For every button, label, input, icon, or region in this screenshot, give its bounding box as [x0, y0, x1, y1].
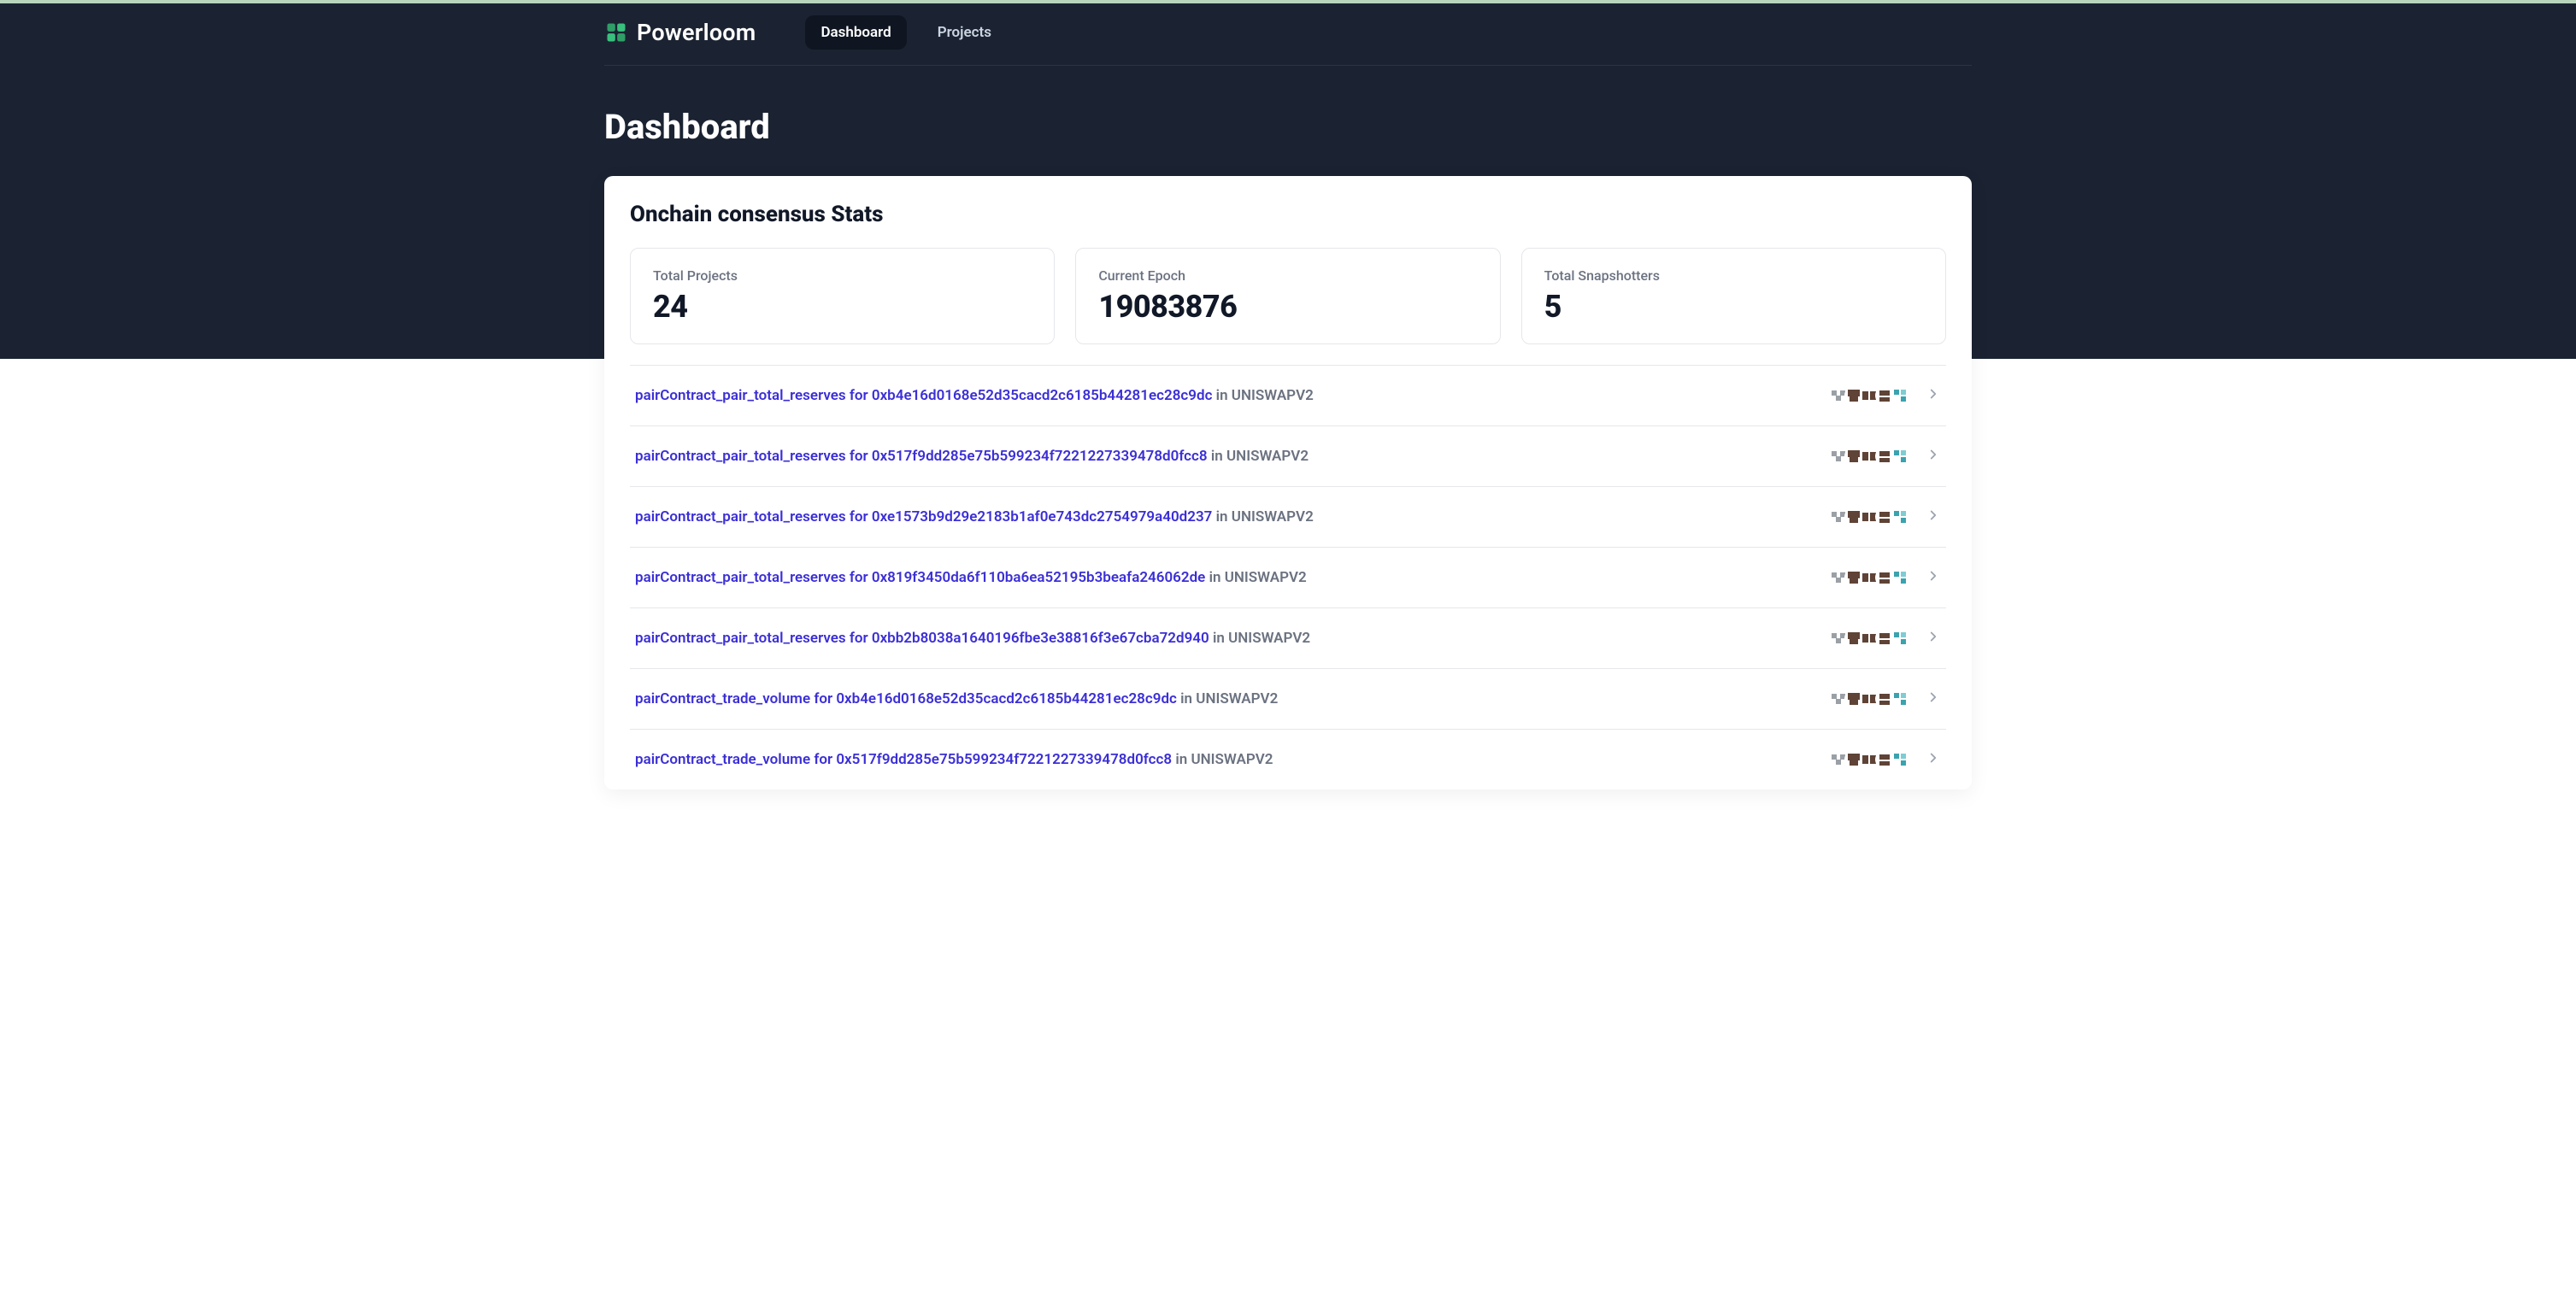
project-suffix: in UNISWAPV2 [1175, 751, 1273, 768]
project-suffix: in UNISWAPV2 [1180, 690, 1278, 707]
stats-grid: Total Projects 24 Current Epoch 19083876… [630, 248, 1946, 344]
project-link[interactable]: pairContract_pair_total_reserves for 0x8… [635, 569, 1205, 586]
chevron-right-icon [1926, 750, 1941, 769]
brand-icon [604, 21, 628, 44]
brand[interactable]: Powerloom [604, 19, 756, 46]
snapshotter-avatars [1833, 446, 1910, 467]
project-suffix: in UNISWAPV2 [1213, 630, 1310, 647]
project-suffix: in UNISWAPV2 [1209, 569, 1307, 586]
project-link[interactable]: pairContract_trade_volume for 0xb4e16d01… [635, 690, 1177, 707]
list-item[interactable]: pairContract_pair_total_reserves for 0xb… [630, 366, 1946, 426]
list-item-text: pairContract_pair_total_reserves for 0x8… [635, 569, 1307, 586]
chevron-right-icon [1926, 568, 1941, 587]
stat-value: 5 [1544, 289, 1923, 325]
stat-label: Current Epoch [1098, 267, 1477, 284]
tab-projects[interactable]: Projects [922, 15, 1007, 50]
project-link[interactable]: pairContract_pair_total_reserves for 0xb… [635, 630, 1209, 647]
project-link[interactable]: pairContract_pair_total_reserves for 0x5… [635, 448, 1208, 465]
page-title: Dashboard [604, 107, 1972, 147]
list-item[interactable]: pairContract_trade_volume for 0xb4e16d01… [630, 669, 1946, 730]
stat-label: Total Snapshotters [1544, 267, 1923, 284]
snapshotter-avatars [1833, 628, 1910, 648]
project-suffix: in UNISWAPV2 [1216, 508, 1314, 525]
project-link[interactable]: pairContract_pair_total_reserves for 0xb… [635, 387, 1212, 404]
project-suffix: in UNISWAPV2 [1216, 387, 1314, 404]
list-item-text: pairContract_pair_total_reserves for 0x5… [635, 448, 1309, 465]
top-nav: Powerloom Dashboard Projects [604, 0, 1972, 66]
stats-card: Onchain consensus Stats Total Projects 2… [604, 176, 1972, 789]
list-item[interactable]: pairContract_trade_volume for 0x517f9dd2… [630, 730, 1946, 789]
stat-value: 19083876 [1098, 289, 1477, 325]
chevron-right-icon [1926, 690, 1941, 708]
snapshotter-avatars [1833, 749, 1910, 770]
project-suffix: in UNISWAPV2 [1211, 448, 1309, 465]
card-title: Onchain consensus Stats [630, 202, 1946, 227]
nav-tabs: Dashboard Projects [805, 15, 1007, 50]
stat-label: Total Projects [653, 267, 1032, 284]
list-item-text: pairContract_pair_total_reserves for 0xb… [635, 387, 1314, 404]
snapshotter-avatars [1833, 567, 1910, 588]
list-item[interactable]: pairContract_pair_total_reserves for 0xb… [630, 608, 1946, 669]
tab-projects-label: Projects [938, 24, 991, 41]
tab-dashboard[interactable]: Dashboard [805, 15, 906, 50]
stat-total-projects: Total Projects 24 [630, 248, 1055, 344]
stat-total-snapshotters: Total Snapshotters 5 [1521, 248, 1946, 344]
project-list: pairContract_pair_total_reserves for 0xb… [630, 365, 1946, 789]
chevron-right-icon [1926, 447, 1941, 466]
list-item-text: pairContract_pair_total_reserves for 0xe… [635, 508, 1314, 525]
project-link[interactable]: pairContract_pair_total_reserves for 0xe… [635, 508, 1212, 525]
list-item-text: pairContract_pair_total_reserves for 0xb… [635, 630, 1310, 647]
list-item-text: pairContract_trade_volume for 0x517f9dd2… [635, 751, 1273, 768]
list-item-text: pairContract_trade_volume for 0xb4e16d01… [635, 690, 1278, 707]
chevron-right-icon [1926, 386, 1941, 405]
chevron-right-icon [1926, 629, 1941, 648]
chevron-right-icon [1926, 508, 1941, 526]
stat-current-epoch: Current Epoch 19083876 [1075, 248, 1500, 344]
tab-dashboard-label: Dashboard [820, 24, 891, 41]
list-item[interactable]: pairContract_pair_total_reserves for 0x8… [630, 548, 1946, 608]
project-link[interactable]: pairContract_trade_volume for 0x517f9dd2… [635, 751, 1172, 768]
list-item[interactable]: pairContract_pair_total_reserves for 0x5… [630, 426, 1946, 487]
snapshotter-avatars [1833, 385, 1910, 406]
snapshotter-avatars [1833, 689, 1910, 709]
brand-name: Powerloom [637, 19, 756, 46]
list-item[interactable]: pairContract_pair_total_reserves for 0xe… [630, 487, 1946, 548]
snapshotter-avatars [1833, 507, 1910, 527]
stat-value: 24 [653, 289, 1032, 325]
